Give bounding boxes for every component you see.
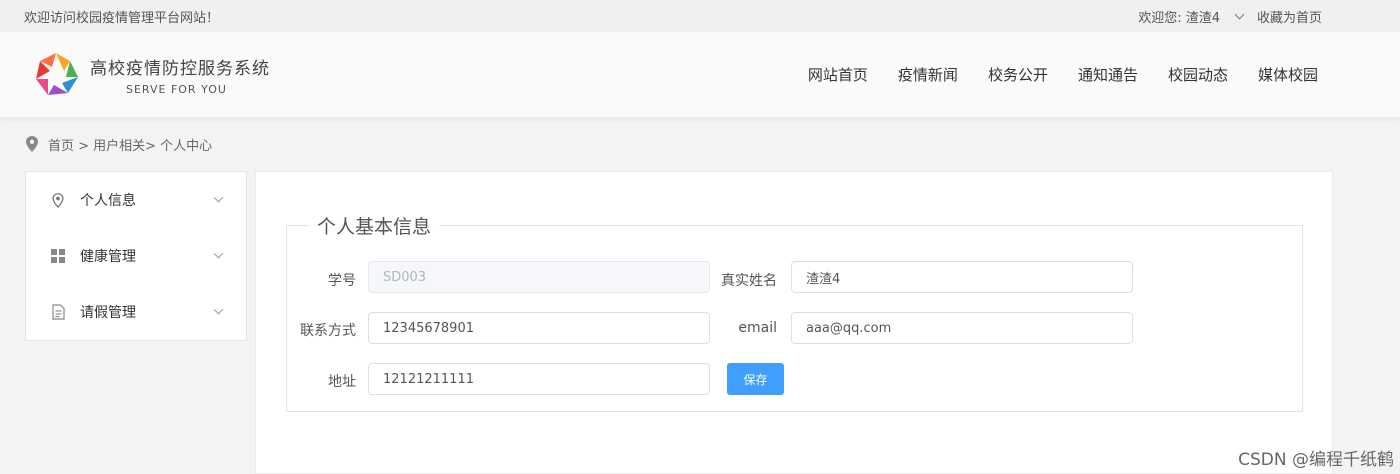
email-label: email xyxy=(738,320,777,336)
sidebar-item-leave[interactable]: 请假管理 xyxy=(26,284,246,340)
nav-school-affairs[interactable]: 校务公开 xyxy=(988,64,1048,85)
real-name-label: 真实姓名 xyxy=(721,273,777,289)
address-label: 地址 xyxy=(328,374,356,390)
phone-label: 联系方式 xyxy=(300,323,356,339)
location-pin-icon xyxy=(50,192,66,208)
location-pin-icon xyxy=(26,136,38,152)
bookmark-link[interactable]: 收藏为首页 xyxy=(1257,7,1322,26)
top-bar-right: 欢迎您: 渣渣4 收藏为首页 xyxy=(1138,7,1376,26)
sidebar-item-label: 请假管理 xyxy=(80,305,136,321)
site-subtitle: SERVE FOR YOU xyxy=(126,82,227,96)
user-greeting[interactable]: 欢迎您: 渣渣4 xyxy=(1138,7,1220,26)
document-icon xyxy=(50,304,66,320)
nav-home[interactable]: 网站首页 xyxy=(808,64,868,85)
phone-input[interactable] xyxy=(368,312,710,344)
grid-icon xyxy=(50,248,66,264)
address-input[interactable] xyxy=(368,363,710,395)
brand-text: 高校疫情防控服务系统 SERVE FOR YOU xyxy=(90,54,270,96)
breadcrumb: 首页 > 用户相关> 个人中心 xyxy=(0,118,1400,170)
profile-form: 个人基本信息 学号 真实姓名 联系方式 email 地址 保存 xyxy=(286,212,1303,412)
real-name-input[interactable] xyxy=(791,261,1133,293)
watermark: CSDN @编程千纸鹤 xyxy=(1238,450,1394,470)
chevron-down-icon xyxy=(213,248,224,259)
student-id-label: 学号 xyxy=(328,273,356,289)
sidebar-menu: 个人信息 健康管理 请假管理 xyxy=(25,171,247,341)
form-legend: 个人基本信息 xyxy=(309,212,440,239)
email-input[interactable] xyxy=(791,312,1133,344)
site-logo xyxy=(36,52,78,95)
save-button[interactable]: 保存 xyxy=(727,363,784,395)
site-title: 高校疫情防控服务系统 xyxy=(90,58,270,79)
nav-campus-news[interactable]: 校园动态 xyxy=(1168,64,1228,85)
chevron-down-icon xyxy=(213,192,224,203)
site-header: 高校疫情防控服务系统 SERVE FOR YOU 网站首页 疫情新闻 校务公开 … xyxy=(0,32,1400,118)
sidebar-item-health[interactable]: 健康管理 xyxy=(26,228,246,284)
sidebar-item-label: 健康管理 xyxy=(80,249,136,265)
main-panel: 个人基本信息 学号 真实姓名 联系方式 email 地址 保存 xyxy=(255,171,1333,474)
nav-notices[interactable]: 通知通告 xyxy=(1078,64,1138,85)
nav-media-campus[interactable]: 媒体校园 xyxy=(1258,64,1318,85)
nav-epidemic-news[interactable]: 疫情新闻 xyxy=(898,64,958,85)
welcome-text: 欢迎访问校园疫情管理平台网站！ xyxy=(24,10,220,26)
chevron-down-icon[interactable] xyxy=(1234,9,1245,20)
sidebar-item-label: 个人信息 xyxy=(80,193,136,209)
sidebar-item-personal-info[interactable]: 个人信息 xyxy=(26,172,246,228)
chevron-down-icon xyxy=(213,304,224,315)
top-bar: 欢迎访问校园疫情管理平台网站！ 欢迎您: 渣渣4 收藏为首页 xyxy=(0,0,1400,32)
student-id-input xyxy=(368,261,710,293)
breadcrumb-text[interactable]: 首页 > 用户相关> 个人中心 xyxy=(48,135,212,154)
brand[interactable]: 高校疫情防控服务系统 SERVE FOR YOU xyxy=(30,49,270,101)
main-nav: 网站首页 疫情新闻 校务公开 通知通告 校园动态 媒体校园 xyxy=(808,64,1370,85)
